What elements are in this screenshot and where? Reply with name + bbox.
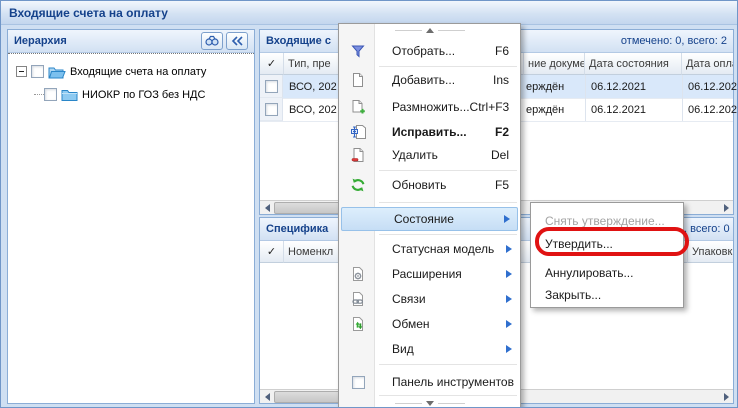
hierarchy-tree: Входящие счета на оплату НИОКР по ГОЗ бе… (8, 53, 254, 403)
collapse-chevrons-icon (231, 36, 243, 46)
scroll-right-icon[interactable] (719, 391, 733, 403)
specification-counter: , всего: 0 (684, 223, 730, 235)
window-title: Входящие счета на оплату (9, 6, 168, 20)
row-checkbox[interactable] (265, 80, 278, 93)
scroll-left-icon[interactable] (260, 202, 274, 214)
scroll-down-icon (426, 401, 434, 406)
state-submenu: Снять утверждение... Утвердить... Аннули… (530, 202, 684, 308)
menu-item-extensions[interactable]: Расширения (340, 262, 519, 286)
menu-scroll-down[interactable] (395, 399, 465, 408)
menu-item-filter[interactable]: Отобрать... F6 (340, 39, 519, 63)
column-header-pay-date[interactable]: Дата опла (682, 53, 733, 75)
application-window: Входящие счета на оплату Иерархия (0, 0, 738, 408)
delete-document-icon (340, 147, 376, 163)
menu-item-links[interactable]: Связи (340, 287, 519, 311)
menu-item-state[interactable]: Состояние (341, 207, 518, 231)
invoices-panel-title: Входящие с (266, 35, 331, 47)
hierarchy-panel: Иерархия (7, 29, 255, 404)
submenu-arrow-icon (506, 320, 512, 328)
column-header-check[interactable]: ✓ (260, 53, 284, 75)
submenu-item-unapprove: Снять утверждение... (533, 209, 681, 233)
scroll-up-icon (426, 28, 434, 33)
tree-child-checkbox[interactable] (44, 88, 57, 101)
tree-item-child[interactable]: НИОКР по ГОЗ без НДС (8, 83, 254, 106)
menu-item-refresh[interactable]: Обновить F5 (340, 173, 519, 197)
open-folder-icon (48, 65, 66, 79)
tree-root-checkbox[interactable] (31, 65, 44, 78)
links-icon (340, 291, 376, 307)
row-checkbox[interactable] (265, 103, 278, 116)
checkbox-icon (340, 376, 376, 389)
collapse-node-icon[interactable] (16, 66, 27, 77)
tree-guide-line (34, 94, 44, 95)
extensions-icon (340, 266, 376, 282)
tree-item-root[interactable]: Входящие счета на оплату (8, 60, 254, 83)
edit-document-icon (340, 124, 376, 140)
hierarchy-panel-title: Иерархия (14, 35, 67, 47)
menu-item-delete[interactable]: Удалить Del (340, 143, 519, 167)
collapse-panel-button[interactable] (226, 32, 248, 50)
submenu-item-annul[interactable]: Аннулировать... (533, 261, 681, 285)
menu-item-add[interactable]: Добавить... Ins (340, 68, 519, 92)
scrollbar-thumb[interactable] (274, 202, 347, 214)
context-menu: Отобрать... F6 Добавить... Ins (338, 23, 521, 408)
submenu-item-approve[interactable]: Утвердить... (533, 232, 681, 256)
submenu-arrow-icon (506, 245, 512, 253)
menu-item-duplicate[interactable]: Размножить... Ctrl+F3 (340, 95, 519, 119)
filter-icon (340, 43, 376, 59)
tree-item-label: НИОКР по ГОЗ без НДС (82, 89, 205, 101)
invoices-counter: отмечено: 0, всего: 2 (621, 35, 727, 47)
submenu-arrow-icon (504, 215, 510, 223)
menu-item-status-model[interactable]: Статусная модель (340, 237, 519, 261)
submenu-arrow-icon (506, 270, 512, 278)
tree-item-label: Входящие счета на оплату (70, 66, 206, 78)
binoculars-icon (205, 35, 219, 47)
exchange-icon (340, 316, 376, 332)
specification-panel-title: Специфика (266, 223, 328, 235)
submenu-arrow-icon (506, 345, 512, 353)
add-document-icon (340, 72, 376, 88)
hierarchy-panel-header: Иерархия (8, 30, 254, 53)
column-header-packaging[interactable]: Упаковка (688, 241, 733, 263)
refresh-icon (340, 177, 376, 193)
submenu-arrow-icon (506, 295, 512, 303)
menu-item-view[interactable]: Вид (340, 337, 519, 361)
column-header-doc-state[interactable]: ние докуме (524, 53, 585, 75)
window-titlebar: Входящие счета на оплату (1, 1, 737, 25)
menu-item-exchange[interactable]: Обмен (340, 312, 519, 336)
scroll-left-icon[interactable] (260, 391, 274, 403)
scroll-right-icon[interactable] (719, 202, 733, 214)
menu-item-edit[interactable]: Исправить... F2 (340, 120, 519, 144)
duplicate-document-icon (340, 99, 376, 115)
column-header-check[interactable]: ✓ (260, 241, 284, 263)
menu-scroll-up[interactable] (395, 26, 465, 35)
column-header-state-date[interactable]: Дата состояния (585, 53, 682, 75)
find-button[interactable] (201, 32, 223, 50)
closed-folder-icon (61, 88, 78, 101)
submenu-item-close[interactable]: Закрыть... (533, 283, 681, 307)
menu-item-toolbar-panel[interactable]: Панель инструментов (340, 370, 519, 394)
